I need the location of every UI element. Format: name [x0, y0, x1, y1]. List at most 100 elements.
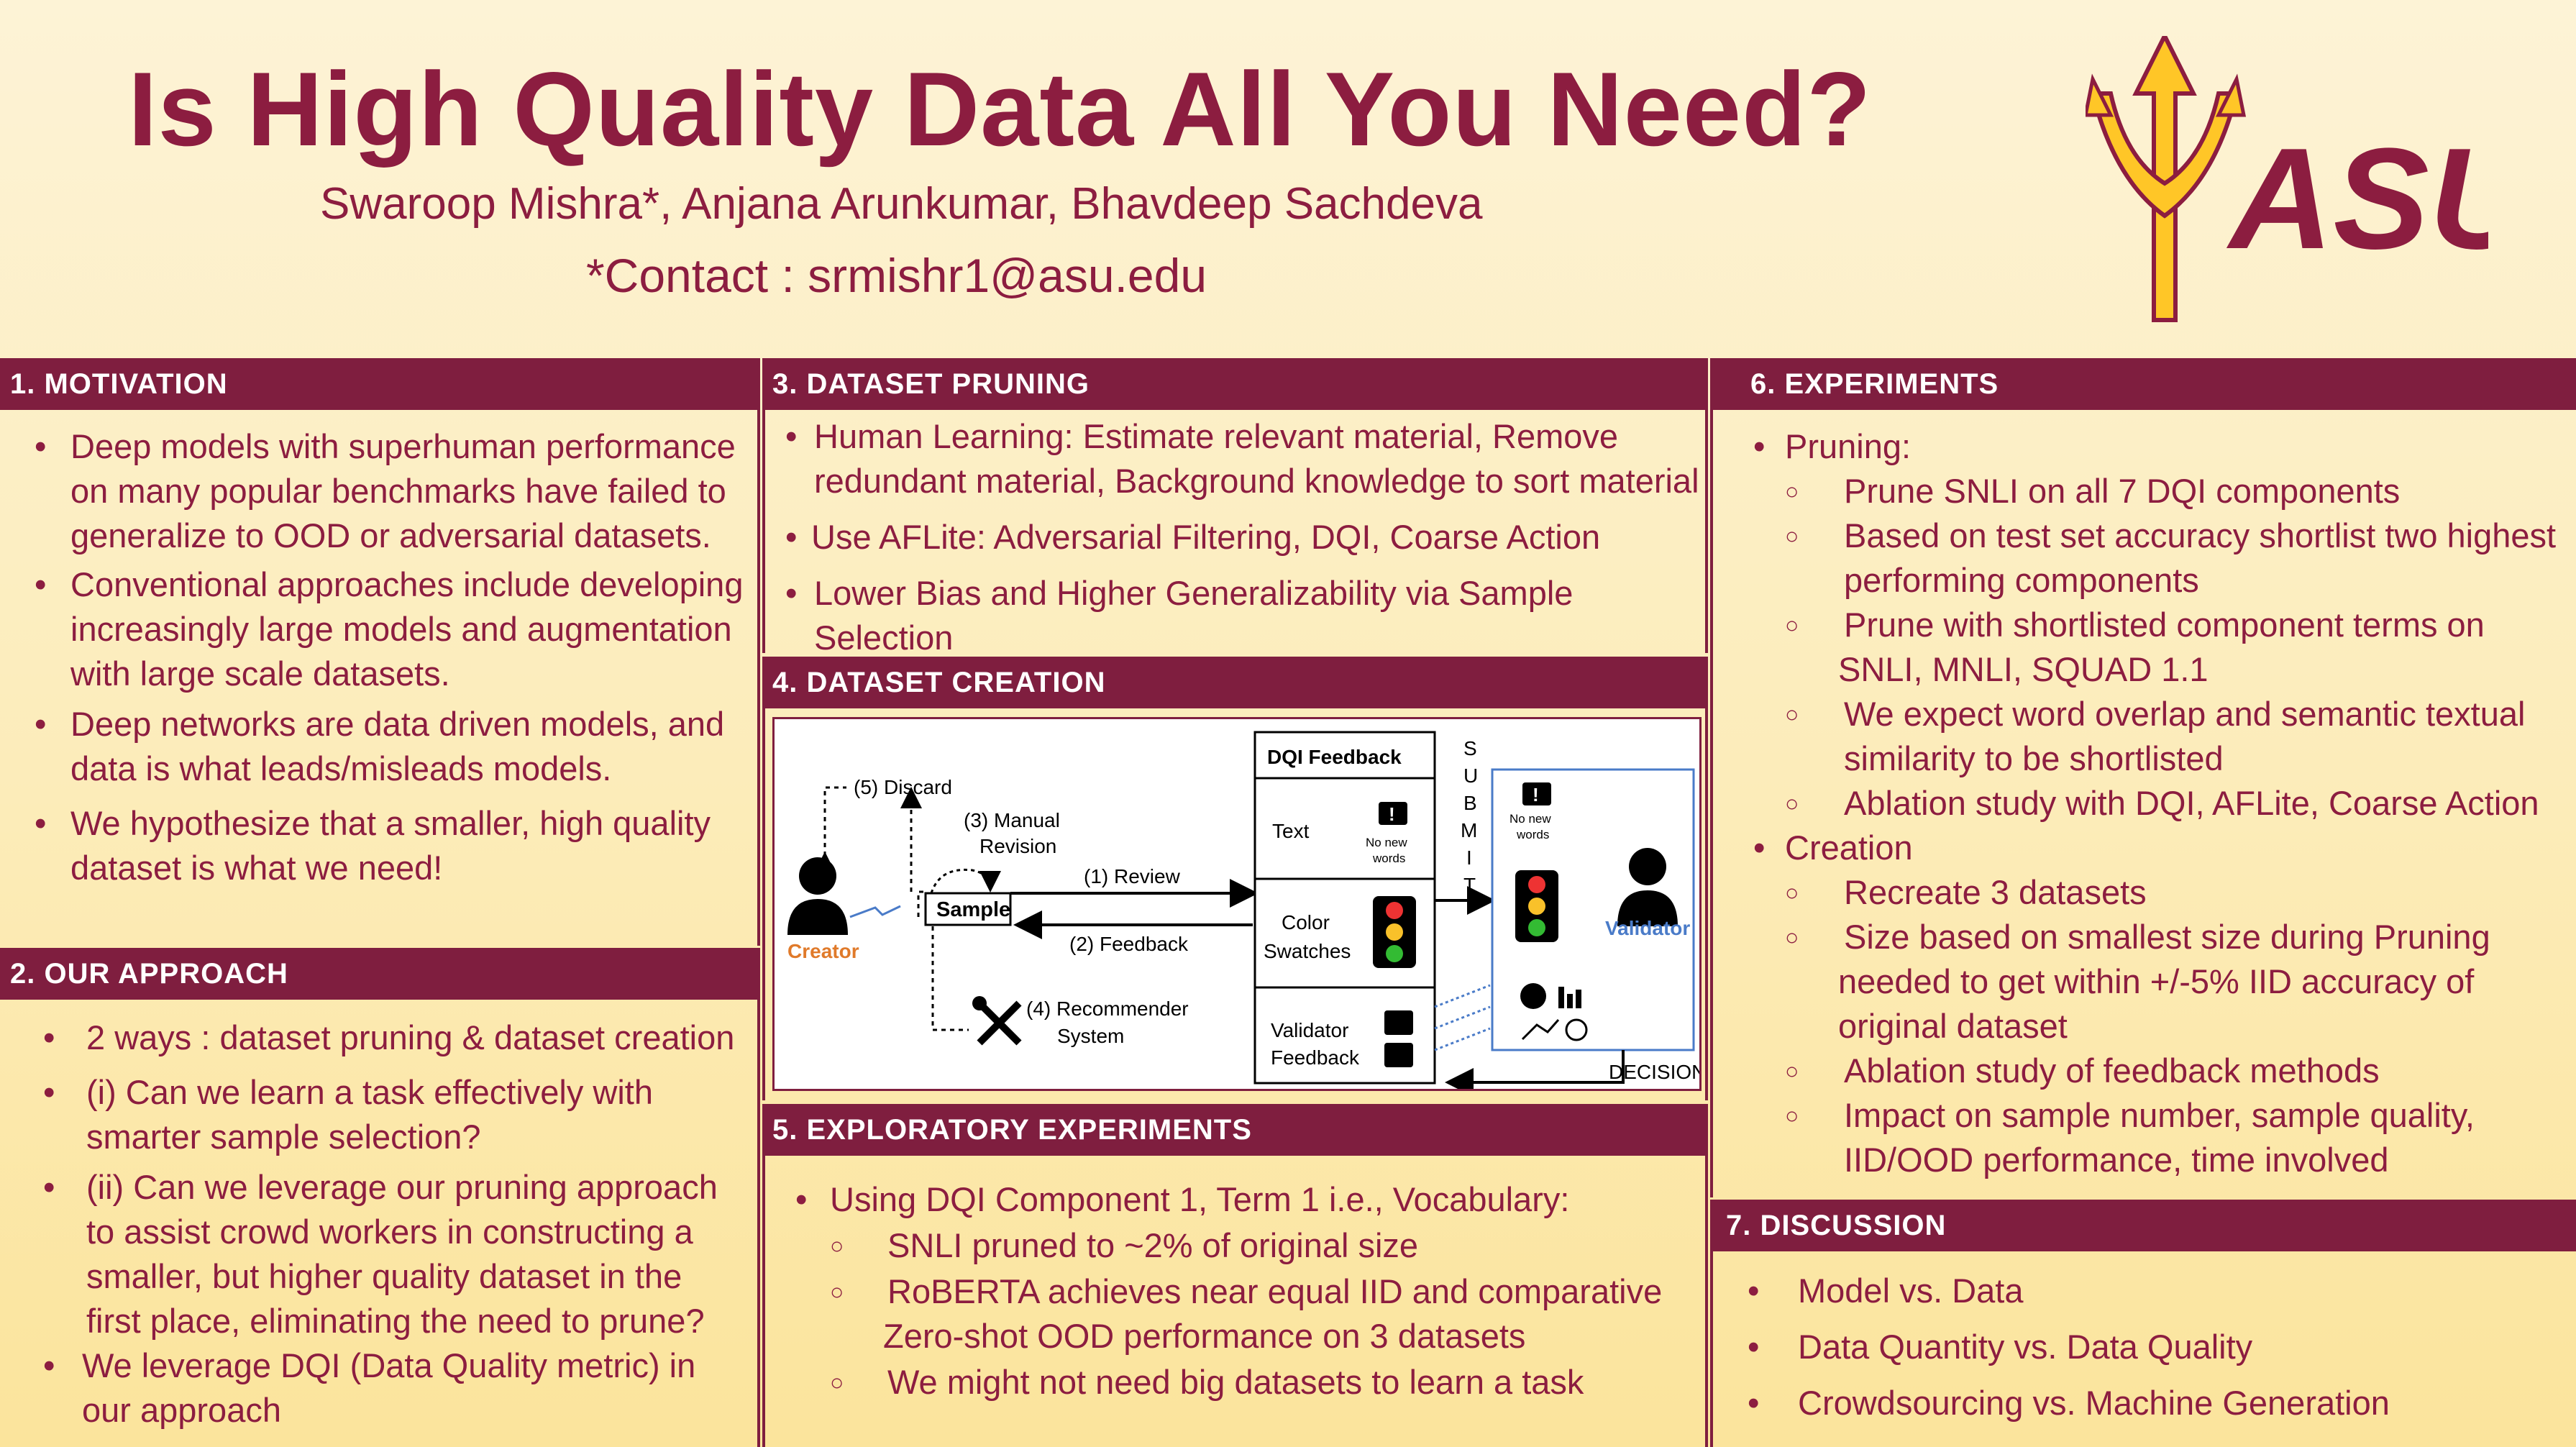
svg-text:words: words: [1372, 852, 1405, 865]
list-item: • Crowdsourcing vs. Machine Generation: [1748, 1384, 2390, 1422]
svg-text:I: I: [1466, 846, 1472, 869]
pruning-list: • Human Learning: Estimate relevant mater…: [785, 414, 1706, 660]
exploratory-heading: 5. EXPLORATORY EXPERIMENTS: [762, 1104, 1708, 1156]
svg-text:!: !: [1533, 784, 1539, 805]
poster-title: Is High Quality Data All You Need?: [128, 50, 1872, 168]
creation-heading: 4. DATASET CREATION: [762, 657, 1708, 708]
creator-icon: [787, 857, 848, 935]
validator-feedback-label-1: Validator: [1271, 1019, 1348, 1041]
list-item: • Lower Bias and Higher Generalizability …: [785, 574, 1574, 657]
alert-icon: !: [1522, 782, 1551, 805]
svg-text:T: T: [1463, 874, 1476, 896]
list-item: ○ Ablation study with DQI, AFLite, Coarse…: [1785, 784, 2539, 822]
pitchfork-icon: [2086, 36, 2247, 322]
author-list: Swaroop Mishra*, Anjana Arunkumar, Bhavd…: [320, 179, 1483, 229]
list-item: ○ Prune SNLI on all 7 DQI components: [1785, 472, 2401, 510]
traffic-light-icon: [1373, 896, 1416, 968]
list-item: ○ Ablation study of feedback methods: [1785, 1051, 2380, 1090]
list-item: ○ RoBERTA achieves near equal IID and com…: [830, 1272, 1663, 1355]
list-item: • We leverage DQI (Data Quality metric) i…: [43, 1346, 696, 1429]
list-item: • 2 ways : dataset pruning & dataset crea…: [43, 1018, 735, 1056]
list-item: ○ We might not need big datasets to learn…: [830, 1363, 1584, 1401]
list-item: ○ Impact on sample number, sample quality…: [1785, 1096, 2475, 1179]
logo-text: ASU: [2226, 119, 2488, 279]
column-left: 1. MOTIVATION • Deep models with superhum…: [0, 358, 760, 1447]
asu-logo: ASU: [2086, 36, 2488, 322]
poster-header: Is High Quality Data All You Need? Swaro…: [0, 0, 2576, 356]
discussion-list: • Model vs. Data • Data Quantity vs. Data …: [1748, 1269, 2575, 1425]
manual-label: (3) Manual: [964, 809, 1060, 831]
experiments-list-2: • Creation: [1753, 826, 2569, 870]
list-item: ○ Based on test set accuracy shortlist tw…: [1785, 516, 2557, 599]
approach-panel: • 2 ways : dataset pruning & dataset crea…: [0, 1000, 760, 1447]
swatches-label: Swatches: [1264, 940, 1351, 962]
submit-label: S U B M I T: [1461, 737, 1478, 896]
list-item: • Using DQI Component 1, Term 1 i.e., Voc…: [795, 1180, 1570, 1218]
tools-icon: [972, 996, 1022, 1046]
exploratory-sublist: ○ SNLI pruned to ~2% of original size ○ Ro…: [830, 1223, 1693, 1405]
feedback-label: (2) Feedback: [1069, 933, 1189, 955]
list-item: ○ Size based on smallest size during Prun…: [1785, 918, 2490, 1045]
pruning-heading: 3. DATASET PRUNING: [762, 358, 1708, 410]
list-item: • (ii) Can we leverage our pruning approa…: [43, 1168, 718, 1340]
list-item: • Pruning:: [1753, 427, 1912, 465]
crowdsourcing-diagram: Creator (5) Discard (3) Manual Revision …: [772, 717, 1706, 1097]
discussion-panel: • Model vs. Data • Data Quantity vs. Data …: [1710, 1251, 2576, 1447]
recommender-label-1: (4) Recommender: [1026, 998, 1189, 1020]
column-middle: 3. DATASET PRUNING • Human Learning: Esti…: [762, 358, 1708, 1447]
dqi-feedback-label: DQI Feedback: [1267, 746, 1402, 768]
svg-text:No new: No new: [1509, 812, 1551, 826]
svg-text:M: M: [1461, 819, 1477, 841]
list-item: ○ SNLI pruned to ~2% of original size: [830, 1226, 1419, 1264]
list-item: • Human Learning: Estimate relevant mater…: [785, 417, 1699, 500]
list-item: • We hypothesize that a smaller, high qua…: [35, 804, 711, 887]
exploratory-list: • Using DQI Component 1, Term 1 i.e., Voc…: [795, 1177, 1693, 1222]
review-label: (1) Review: [1084, 865, 1181, 887]
list-item: • Model vs. Data: [1748, 1272, 2024, 1310]
diagram-canvas: Creator (5) Discard (3) Manual Revision …: [787, 731, 1706, 1097]
svg-text:!: !: [1389, 803, 1395, 825]
contact-email: *Contact : srmishr1@asu.edu: [586, 249, 1207, 302]
lightning-icon: [849, 905, 901, 918]
decision-label: DECISION: [1609, 1061, 1699, 1083]
discard-label: (5) Discard: [854, 776, 952, 798]
list-item: • Conventional approaches include develop…: [35, 565, 744, 693]
column-right: 6. EXPERIMENTS • Pruning: ○ Prune SNLI on …: [1710, 358, 2576, 1447]
list-item: ○ Prune with shortlisted component terms …: [1785, 606, 2485, 688]
alert-icon: !: [1379, 802, 1407, 825]
creator-label: Creator: [787, 940, 859, 962]
svg-text:U: U: [1463, 764, 1478, 787]
svg-text:No new: No new: [1366, 836, 1407, 849]
experiments-panel: • Pruning: ○ Prune SNLI on all 7 DQI compo…: [1710, 410, 2576, 1197]
traffic-light-icon: [1515, 870, 1558, 942]
experiments-creation-sublist: ○ Recreate 3 datasets ○ Size based on smal…: [1785, 870, 2570, 1182]
svg-text:words: words: [1516, 828, 1549, 841]
validator-label: Validator: [1605, 917, 1690, 939]
discussion-heading: 7. DISCUSSION: [1710, 1200, 2576, 1251]
lightning-icon: [1434, 984, 1491, 1051]
svg-text:B: B: [1463, 792, 1477, 814]
recommender-label-2: System: [1057, 1025, 1124, 1047]
list-item: • Creation: [1753, 829, 1913, 867]
list-item: ○ Recreate 3 datasets: [1785, 873, 2147, 911]
list-item: • (i) Can we learn a task effectively wit…: [43, 1073, 654, 1156]
exploratory-panel: • Using DQI Component 1, Term 1 i.e., Voc…: [762, 1156, 1708, 1447]
color-label: Color: [1282, 911, 1330, 934]
list-item: • Use AFLite: Adversarial Filtering, DQI,…: [785, 518, 1601, 556]
pruning-panel: • Human Learning: Estimate relevant mater…: [762, 410, 1708, 657]
list-item: • Data Quantity vs. Data Quality: [1748, 1328, 2253, 1366]
revision-label: Revision: [979, 835, 1056, 857]
motivation-panel: • Deep models with superhuman performance…: [0, 410, 760, 946]
validator-feedback-label-2: Feedback: [1271, 1046, 1360, 1069]
list-item: • Deep networks are data driven models, a…: [35, 705, 725, 788]
creation-panel: Creator (5) Discard (3) Manual Revision …: [762, 708, 1708, 1100]
list-item: • Deep models with superhuman performance…: [35, 427, 736, 554]
experiments-pruning-sublist: ○ Prune SNLI on all 7 DQI components ○ Bas…: [1785, 469, 2570, 826]
motivation-heading: 1. MOTIVATION: [0, 358, 760, 410]
experiments-list: • Pruning:: [1753, 424, 2569, 469]
motivation-list: • Deep models with superhuman performance…: [35, 424, 746, 890]
sample-label: Sample: [936, 898, 1010, 921]
experiments-heading: 6. EXPERIMENTS: [1710, 358, 2576, 410]
list-item: ○ We expect word overlap and semantic tex…: [1785, 695, 2526, 777]
approach-heading: 2. OUR APPROACH: [0, 948, 760, 1000]
